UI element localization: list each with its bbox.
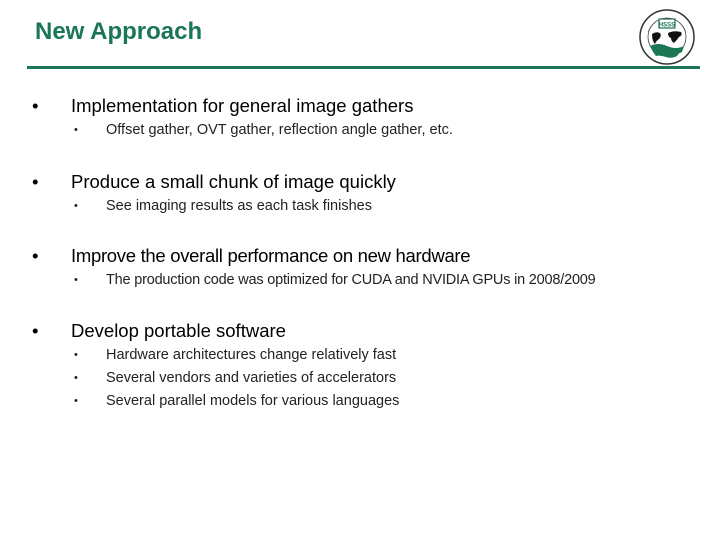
sub-bullet-text: Several vendors and varieties of acceler…: [106, 370, 397, 386]
sub-bullet-text: See imaging results as each task finishe…: [106, 198, 372, 214]
sub-bullet-text: The production code was optimized for CU…: [106, 272, 596, 288]
sub-bullet-text: Several parallel models for various lang…: [106, 393, 400, 409]
sub-bullet-glyph: •: [74, 372, 78, 384]
sub-bullet-glyph: •: [74, 349, 78, 361]
bullet-text: Improve the overall performance on new h…: [71, 245, 471, 266]
bullet-text: Produce a small chunk of image quickly: [71, 171, 396, 192]
logo-badge-text: HSSS: [659, 22, 675, 28]
title-divider: [27, 66, 700, 69]
sub-bullet-glyph: •: [74, 124, 78, 136]
bullet-text: Develop portable software: [71, 320, 286, 341]
bullet-glyph: •: [32, 171, 39, 192]
bullet-glyph: •: [32, 245, 39, 266]
bullet-glyph: •: [32, 95, 39, 116]
sub-bullet-text: Offset gather, OVT gather, reflection an…: [106, 122, 453, 138]
bullet-glyph: •: [32, 320, 39, 341]
globe-seal-logo-icon: HSSS: [639, 9, 695, 65]
sub-bullet-glyph: •: [74, 200, 78, 212]
sub-bullet-glyph: •: [74, 274, 78, 286]
sub-bullet-glyph: •: [74, 395, 78, 407]
bullet-text: Implementation for general image gathers: [71, 95, 414, 116]
slide-title: New Approach: [35, 18, 203, 45]
sub-bullet-text: Hardware architectures change relatively…: [106, 347, 397, 363]
